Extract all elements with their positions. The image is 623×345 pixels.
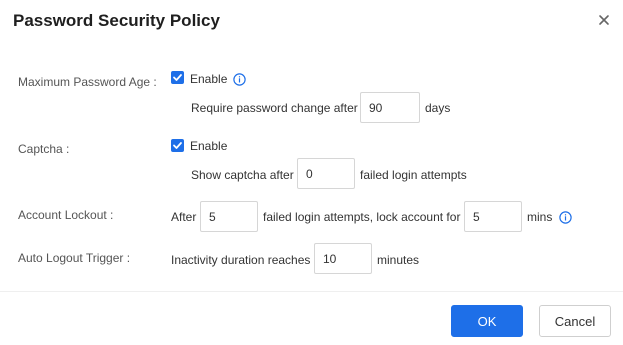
account-lockout-minutes-input[interactable] <box>464 201 522 232</box>
dialog-title: Password Security Policy <box>13 11 220 30</box>
captcha-enable-label: Enable <box>190 139 228 153</box>
captcha-prefix: Show captcha after <box>191 168 294 182</box>
captcha-attempts-input[interactable] <box>297 158 355 189</box>
account-lockout-prefix: After <box>171 210 197 224</box>
info-icon[interactable] <box>559 211 572 224</box>
max-password-age-enable-checkbox[interactable] <box>171 71 184 84</box>
account-lockout-attempts-input[interactable] <box>200 201 258 232</box>
auto-logout-minutes-input[interactable] <box>314 243 372 274</box>
max-password-age-prefix: Require password change after <box>191 101 358 115</box>
max-password-age-label: Maximum Password Age : <box>18 75 157 89</box>
footer-divider <box>0 291 623 292</box>
max-password-age-days-input[interactable] <box>360 92 420 123</box>
captcha-label: Captcha : <box>18 142 70 156</box>
account-lockout-label: Account Lockout : <box>18 208 114 222</box>
captcha-suffix: failed login attempts <box>360 168 467 182</box>
max-password-age-suffix: days <box>425 101 451 115</box>
ok-button[interactable]: OK <box>451 305 523 337</box>
cancel-button[interactable]: Cancel <box>539 305 611 337</box>
account-lockout-middle: failed login attempts, lock account for <box>263 210 461 224</box>
close-icon[interactable] <box>596 12 612 28</box>
auto-logout-prefix: Inactivity duration reaches <box>171 253 311 267</box>
auto-logout-label: Auto Logout Trigger : <box>18 251 131 265</box>
password-security-policy-dialog: Password Security Policy Maximum Passwor… <box>0 0 623 345</box>
max-password-age-enable-label: Enable <box>190 72 228 86</box>
info-icon[interactable] <box>233 73 246 86</box>
account-lockout-suffix: mins <box>527 210 553 224</box>
auto-logout-suffix: minutes <box>377 253 420 267</box>
captcha-enable-checkbox[interactable] <box>171 139 184 152</box>
